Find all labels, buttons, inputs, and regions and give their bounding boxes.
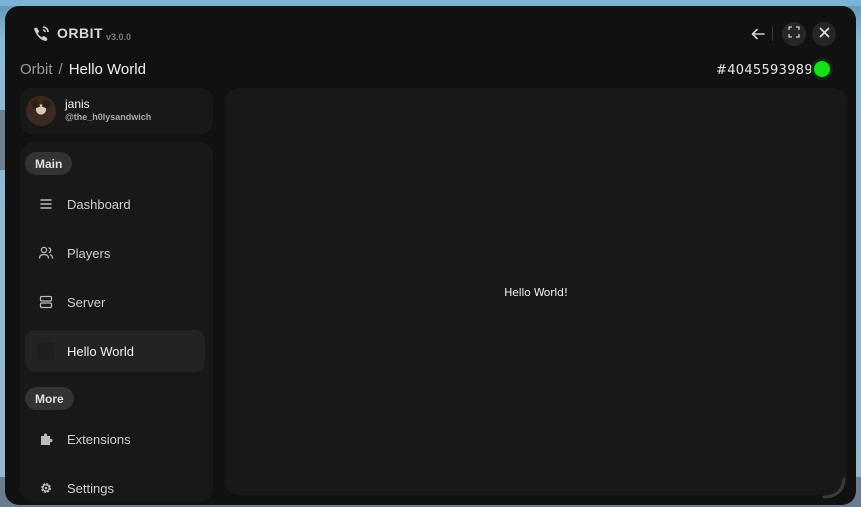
puzzle-icon	[37, 430, 55, 448]
fullscreen-icon	[788, 25, 800, 43]
blank-icon	[37, 342, 55, 360]
sidebar-item-settings[interactable]: Settings	[25, 467, 205, 505]
breadcrumb-root[interactable]: Orbit	[20, 61, 53, 78]
section-more: More	[25, 387, 74, 410]
sidebar-item-label: Settings	[67, 480, 114, 496]
orbit-window: ORBIT v3.0.0 Orbit / Hello World #404559…	[5, 6, 856, 505]
gear-icon	[37, 479, 55, 497]
sidebar-item-label: Extensions	[67, 431, 131, 447]
list-icon	[37, 195, 55, 213]
status-dot-icon	[814, 61, 830, 77]
sidebar-item-server[interactable]: Server	[25, 281, 205, 323]
app-version: v3.0.0	[106, 32, 132, 42]
arrow-left-icon[interactable]	[748, 25, 768, 43]
sidebar-item-players[interactable]: Players	[25, 232, 205, 274]
sidebar-item-hello-world[interactable]: Hello World	[25, 330, 205, 372]
titlebar[interactable]: ORBIT v3.0.0	[5, 6, 856, 54]
close-button[interactable]	[812, 22, 836, 46]
breadcrumb-separator: /	[58, 61, 63, 78]
user-name: janis	[65, 97, 90, 111]
titlebar-divider	[772, 27, 773, 41]
close-icon	[819, 25, 830, 43]
user-handle: @the_h0lysandwich	[65, 112, 152, 122]
sidebar-item-label: Dashboard	[67, 196, 131, 212]
phone-satellite-icon	[32, 25, 50, 43]
breadcrumb-current: Hello World	[68, 61, 146, 78]
sidebar-item-label: Server	[67, 294, 106, 310]
sidebar-item-label: Players	[67, 245, 111, 261]
hello-world-text: Hello World!	[504, 286, 568, 299]
app-name: ORBIT	[57, 25, 104, 41]
server-icon	[37, 293, 55, 311]
fullscreen-button[interactable]	[782, 22, 806, 46]
section-main: Main	[25, 152, 73, 175]
sidebar-item-dashboard[interactable]: Dashboard	[25, 183, 205, 225]
status-indicator	[811, 58, 833, 80]
sidebar-item-extensions[interactable]: Extensions	[25, 418, 205, 460]
server-id: #4045593989	[716, 63, 813, 78]
sidebar-item-label: Hello World	[67, 343, 134, 359]
user-card[interactable]: janis @the_h0lysandwich	[20, 88, 213, 134]
resize-handle-icon[interactable]	[821, 474, 847, 500]
avatar	[26, 96, 56, 126]
users-icon	[37, 244, 55, 262]
breadcrumb: Orbit / Hello World	[20, 61, 146, 78]
main-content: Hello World!	[225, 88, 847, 495]
sidebar: Main Dashboard Players Server Hello Worl…	[20, 142, 213, 502]
